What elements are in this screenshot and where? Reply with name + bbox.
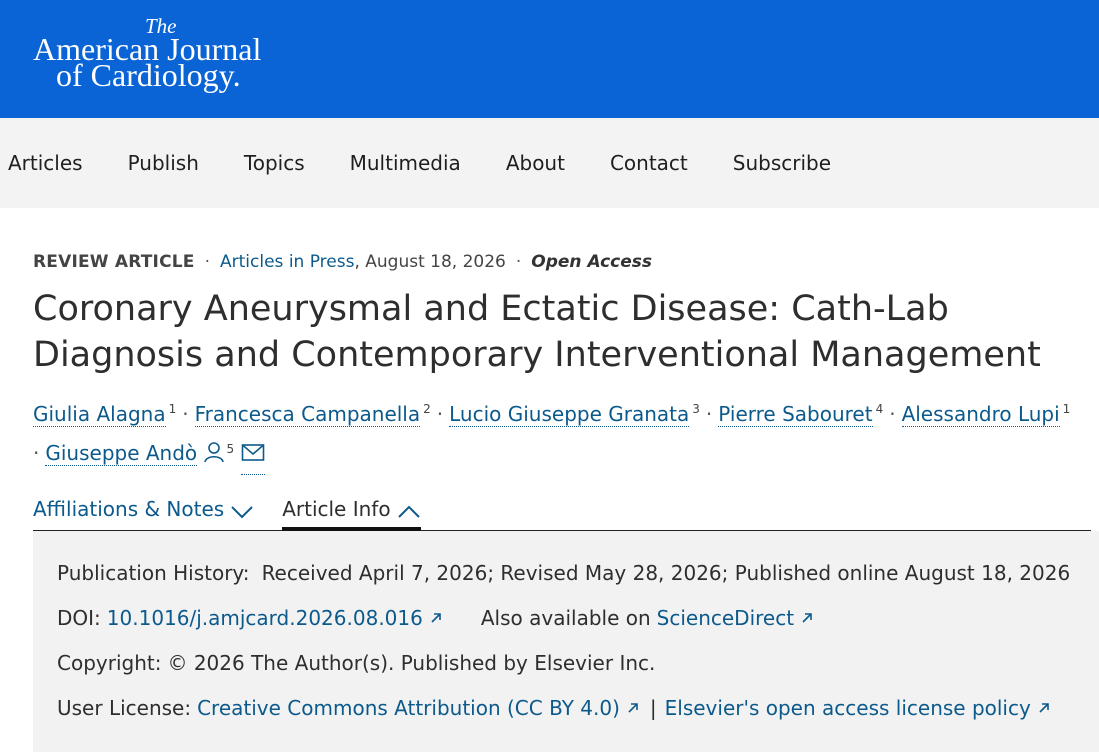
author-link[interactable]: Lucio Giuseppe Granata	[449, 401, 690, 427]
author-link[interactable]: Giuseppe Andò	[45, 441, 198, 467]
meta-separator: ·	[515, 252, 522, 272]
nav-publish[interactable]: Publish	[128, 151, 199, 175]
author-link[interactable]: Francesca Campanella	[194, 401, 421, 427]
history-value: Received April 7, 2026; Revised May 28, …	[261, 561, 1071, 586]
affiliation-sup: 1	[1062, 402, 1071, 416]
logo-line2: of Cardiology.	[56, 57, 241, 93]
nav-articles[interactable]: Articles	[8, 151, 83, 175]
chevron-down-icon	[230, 501, 254, 525]
open-access-label: Open Access	[531, 252, 653, 272]
affiliation-sup: 2	[423, 402, 431, 416]
copyright-label: Copyright:	[57, 651, 162, 676]
cc-by-license-link[interactable]: Creative Commons Attribution (CC BY 4.0)	[197, 696, 620, 720]
copyright-row: Copyright: © 2026 The Author(s). Publish…	[57, 651, 1099, 696]
affiliation-sup: 5	[226, 441, 235, 456]
external-link-icon	[800, 606, 814, 630]
article-title: Coronary Aneurysmal and Ectatic Disease:…	[33, 289, 1041, 375]
person-icon[interactable]	[203, 439, 224, 474]
meta-separator: ·	[204, 252, 211, 272]
chevron-up-icon	[397, 501, 421, 525]
author-list: Giulia Alagna 1 · Francesca Campanella 2 · Luc…	[33, 392, 1099, 476]
envelope-icon[interactable]	[240, 439, 265, 476]
external-link-icon	[626, 696, 640, 720]
license-row: User License: Creative Commons Attributi…	[57, 696, 1099, 741]
license-separator: |	[649, 696, 657, 721]
nav-subscribe[interactable]: Subscribe	[733, 151, 831, 175]
affiliation-sup: 1	[168, 402, 177, 416]
author-separator: ·	[889, 401, 896, 426]
author-separator: ·	[182, 401, 189, 426]
affiliation-sup: 4	[875, 402, 884, 416]
article-main: REVIEW ARTICLE · Articles in Press , Aug…	[0, 252, 1099, 752]
article-info-panel: Publication History: Received April 7, 2…	[33, 531, 1099, 752]
publish-date: , August 18, 2026	[354, 252, 506, 272]
nav-multimedia[interactable]: Multimedia	[350, 151, 461, 175]
masthead: The American Journal of Cardiology.	[0, 0, 1099, 118]
sciencedirect-link[interactable]: ScienceDirect	[657, 606, 794, 630]
affiliation-sup: 3	[692, 402, 700, 416]
also-available-label: Also available on	[480, 606, 651, 631]
copyright-value: © 2026 The Author(s). Published by Elsev…	[167, 651, 656, 676]
doi-label: DOI:	[57, 606, 101, 631]
elsevier-license-link[interactable]: Elsevier's open access license policy	[665, 696, 1031, 720]
history-label: Publication History:	[57, 561, 250, 586]
doi-link[interactable]: 10.1016/j.amjcard.2026.08.016	[107, 606, 423, 630]
license-label: User License:	[57, 696, 192, 721]
tab-article-info-label: Article Info	[282, 497, 391, 522]
nav-contact[interactable]: Contact	[610, 151, 688, 175]
doi-row: DOI: 10.1016/j.amjcard.2026.08.016 Also …	[57, 606, 1099, 651]
publication-history-row: Publication History: Received April 7, 2…	[57, 561, 1099, 606]
article-type: REVIEW ARTICLE	[33, 252, 195, 272]
main-nav: Articles Publish Topics Multimedia About…	[0, 118, 1099, 208]
tab-affiliations-label: Affiliations & Notes	[33, 497, 225, 522]
author-link[interactable]: Alessandro Lupi	[901, 401, 1060, 427]
author-separator: ·	[33, 441, 40, 466]
external-link-icon	[1037, 696, 1051, 720]
author-separator: ·	[705, 401, 713, 426]
article-tabs: Affiliations & Notes Article Info	[33, 491, 1091, 532]
author-link[interactable]: Giulia Alagna	[33, 401, 166, 427]
external-link-icon	[429, 606, 443, 630]
tab-affiliations[interactable]: Affiliations & Notes	[33, 491, 254, 530]
tab-article-info[interactable]: Article Info	[282, 491, 421, 532]
article-meta: REVIEW ARTICLE · Articles in Press , Aug…	[33, 252, 1066, 272]
author-link[interactable]: Pierre Sabouret	[718, 401, 873, 427]
section-link[interactable]: Articles in Press	[220, 252, 354, 272]
author-separator: ·	[436, 401, 444, 426]
nav-topics[interactable]: Topics	[244, 151, 305, 175]
nav-about[interactable]: About	[506, 151, 565, 175]
